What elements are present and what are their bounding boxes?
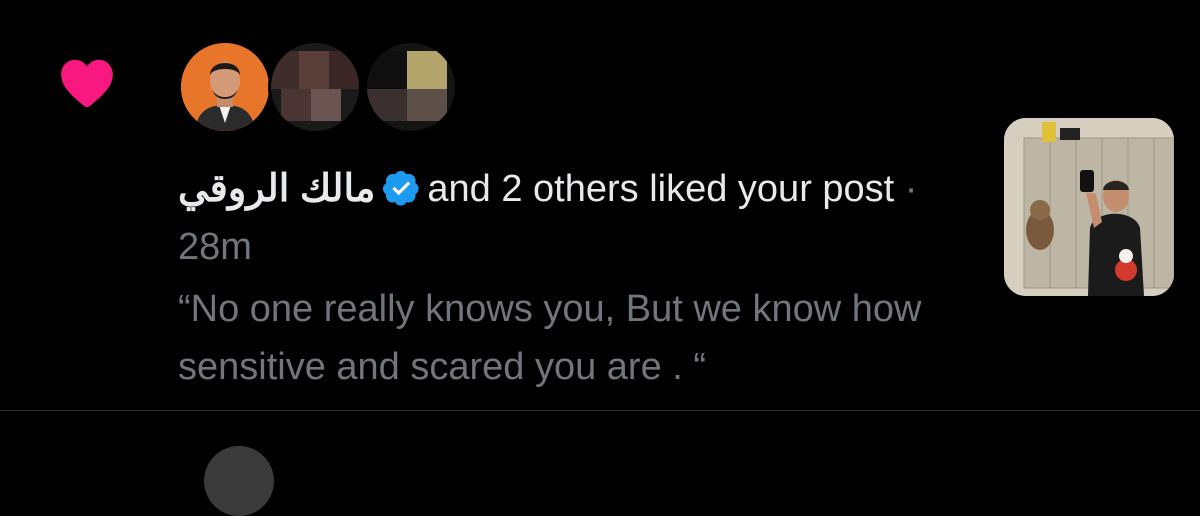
separator: · (904, 168, 918, 210)
like-notification[interactable]: مالك الروقي and 2 others liked your post … (0, 0, 1200, 410)
post-excerpt[interactable]: “No one really knows you, But we know ho… (178, 280, 978, 396)
avatar[interactable] (178, 40, 272, 134)
avatar[interactable] (204, 446, 274, 516)
heart-icon (61, 59, 113, 108)
actor-name[interactable]: مالك الروقي (178, 168, 375, 210)
timestamp: 28m (178, 226, 252, 268)
divider (0, 410, 1200, 411)
person-avatar-image (181, 43, 269, 131)
liker-avatars (178, 40, 458, 134)
pixelated-avatar-image (271, 43, 359, 131)
action-text: and 2 others liked your post (427, 168, 895, 210)
post-image (1004, 118, 1174, 296)
avatar[interactable] (268, 40, 362, 134)
avatar[interactable] (364, 40, 458, 134)
pixelated-avatar-image (367, 43, 455, 131)
post-thumbnail[interactable] (1004, 118, 1174, 296)
verified-badge-icon (383, 170, 420, 206)
notification-text: مالك الروقي and 2 others liked your post … (178, 160, 938, 276)
